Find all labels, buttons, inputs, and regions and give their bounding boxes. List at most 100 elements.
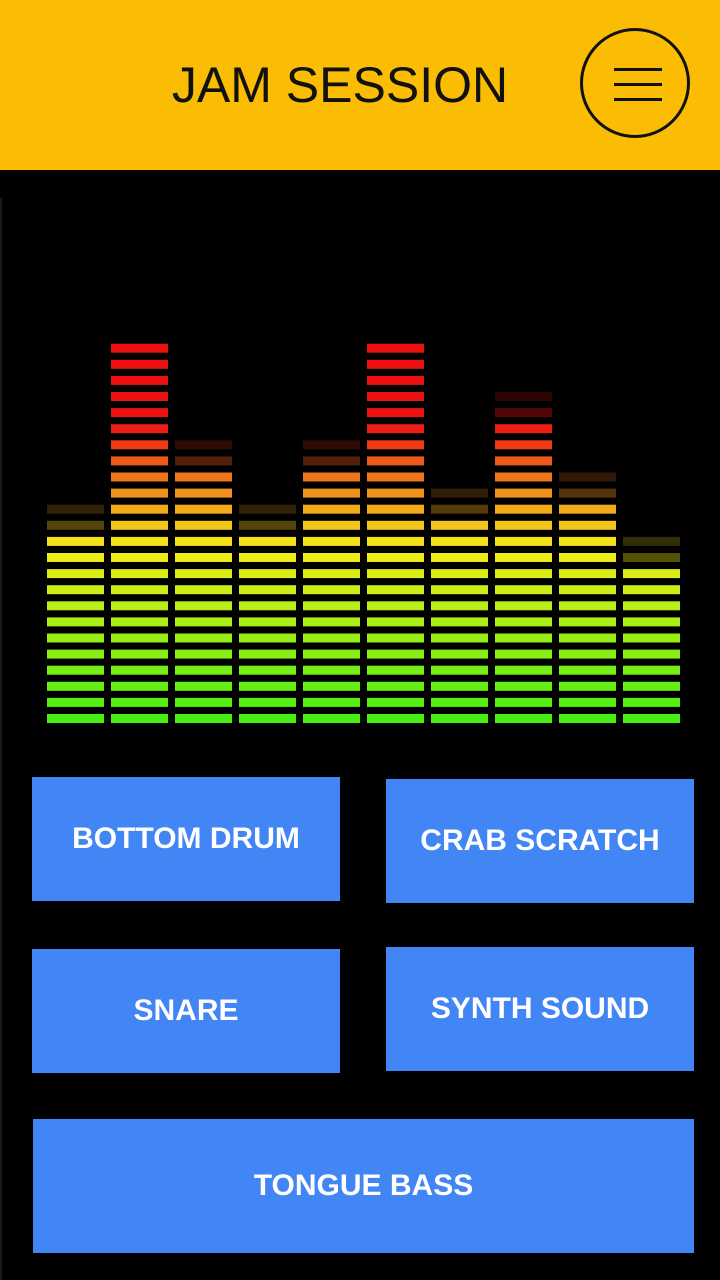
equalizer-segment (431, 553, 488, 562)
equalizer-segment (175, 617, 232, 627)
equalizer-segment (175, 665, 232, 675)
equalizer-segment (559, 472, 616, 482)
equalizer-segment (431, 585, 488, 595)
equalizer-segment (367, 472, 424, 482)
equalizer-column (239, 504, 296, 723)
equalizer-segment (111, 472, 168, 482)
equalizer-segment (559, 504, 616, 514)
equalizer-segment (111, 569, 168, 579)
equalizer-segment (111, 456, 168, 466)
equalizer-segment (303, 504, 360, 514)
equalizer-segment (431, 569, 488, 579)
equalizer-segment (495, 553, 552, 562)
equalizer-segment (367, 424, 424, 434)
equalizer-segment (239, 681, 296, 691)
equalizer-segment (623, 714, 680, 723)
equalizer-segment (559, 617, 616, 627)
equalizer-segment (623, 665, 680, 675)
equalizer-column (175, 440, 232, 723)
equalizer-segment (47, 617, 104, 627)
equalizer-segment (175, 536, 232, 546)
equalizer-segment (111, 697, 168, 707)
equalizer-segment (303, 520, 360, 530)
equalizer-segment (47, 649, 104, 659)
equalizer-segment (239, 504, 296, 514)
equalizer-segment (495, 440, 552, 450)
equalizer-segment (367, 665, 424, 675)
equalizer-segment (431, 697, 488, 707)
equalizer-column (623, 536, 680, 723)
equalizer-segment (559, 488, 616, 498)
equalizer-column (367, 343, 424, 723)
equalizer-segment (47, 633, 104, 643)
snare-button[interactable]: SNARE (32, 949, 340, 1073)
equalizer-segment (495, 569, 552, 579)
equalizer-segment (367, 569, 424, 579)
equalizer-segment (111, 536, 168, 546)
equalizer-segment (175, 585, 232, 595)
equalizer-segment (495, 424, 552, 434)
equalizer-segment (111, 488, 168, 498)
equalizer-segment (111, 649, 168, 659)
equalizer-segment (367, 375, 424, 385)
equalizer-segment (111, 633, 168, 643)
equalizer-segment (175, 569, 232, 579)
equalizer-segment (175, 504, 232, 514)
equalizer-segment (47, 553, 104, 562)
equalizer-segment (367, 633, 424, 643)
equalizer-segment (239, 714, 296, 723)
equalizer-segment (111, 585, 168, 595)
equalizer-segment (623, 569, 680, 579)
equalizer-column (303, 440, 360, 723)
equalizer-segment (495, 714, 552, 723)
equalizer-segment (431, 633, 488, 643)
equalizer-segment (47, 714, 104, 723)
equalizer-segment (47, 569, 104, 579)
equalizer-segment (495, 649, 552, 659)
equalizer-segment (495, 601, 552, 611)
equalizer-segment (495, 697, 552, 707)
equalizer-segment (175, 488, 232, 498)
equalizer-segment (303, 553, 360, 562)
equalizer-segment (47, 665, 104, 675)
equalizer-segment (303, 617, 360, 627)
equalizer-segment (495, 536, 552, 546)
equalizer-segment (367, 488, 424, 498)
equalizer-segment (111, 520, 168, 530)
equalizer-segment (303, 472, 360, 482)
equalizer-segment (367, 504, 424, 514)
equalizer-segment (111, 601, 168, 611)
bottom-drum-button[interactable]: BOTTOM DRUM (32, 777, 340, 901)
equalizer-segment (111, 343, 168, 353)
equalizer-segment (495, 585, 552, 595)
equalizer-segment (495, 472, 552, 482)
equalizer-segment (559, 697, 616, 707)
equalizer-segment (367, 697, 424, 707)
equalizer-segment (367, 359, 424, 369)
equalizer-segment (239, 585, 296, 595)
menu-button[interactable] (580, 28, 690, 138)
equalizer-segment (111, 375, 168, 385)
equalizer-segment (367, 536, 424, 546)
equalizer-segment (559, 520, 616, 530)
equalizer-segment (431, 617, 488, 627)
equalizer-column (111, 343, 168, 723)
equalizer-segment (495, 617, 552, 627)
equalizer-segment (559, 569, 616, 579)
equalizer-segment (495, 633, 552, 643)
equalizer-segment (431, 681, 488, 691)
equalizer-segment (111, 440, 168, 450)
equalizer-segment (559, 649, 616, 659)
equalizer-segment (303, 714, 360, 723)
equalizer-segment (111, 617, 168, 627)
equalizer-segment (495, 488, 552, 498)
equalizer-segment (495, 408, 552, 418)
crab-scratch-button[interactable]: CRAB SCRATCH (386, 779, 694, 903)
synth-sound-button[interactable]: SYNTH SOUND (386, 947, 694, 1071)
equalizer-segment (239, 536, 296, 546)
equalizer-segment (239, 617, 296, 627)
equalizer-segment (303, 601, 360, 611)
equalizer-segment (431, 536, 488, 546)
tongue-bass-button[interactable]: TONGUE BASS (33, 1119, 694, 1253)
equalizer-segment (559, 665, 616, 675)
